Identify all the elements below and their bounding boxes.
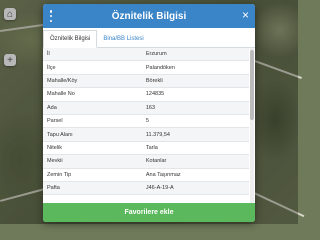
close-icon[interactable]: × [242,9,249,21]
table-row: Ada 163 [43,101,249,115]
table-row: Zemin Tip Ana Taşınmaz [43,168,249,182]
scroll-thumb[interactable] [250,50,254,120]
modal-title: Öznitelik Bilgisi [111,10,187,22]
attribute-value: 163 [141,101,249,115]
attribute-key: Ada [43,101,142,115]
attribute-value: 124835 [141,87,249,102]
table-row: İl Erzurum [43,48,249,62]
attribute-value: Kotanlar [141,154,249,169]
table-row: Mahalle/Köy Börekli [43,74,249,89]
table-row: Nitelik Tarla [43,141,249,156]
table-row: İlçe Palandöken [43,60,249,75]
attribute-table-container: İl Erzurum İlçe Palandöken Mahalle/Köy Böre… [43,48,249,203]
attribute-key: Mevkii [43,154,142,169]
attribute-key: Nitelik [43,141,142,156]
attribute-key: İl [43,48,142,62]
attribute-value: Ana Taşınmaz [141,168,249,182]
attribute-key: İlçe [43,60,142,75]
table-row: Mahalle No 124835 [43,87,249,102]
attribute-value: Tarla [141,141,249,156]
attribute-value: Palandöken [141,60,249,75]
attribute-key: Pafta [43,181,142,196]
table-row: Pafta J46-A-19-A [43,181,249,196]
table-row: Parsel 5 [43,114,249,129]
attribute-value: 5 [141,114,249,129]
tab-bar: Öznitelik Bilgisi Bina/BB Listesi [43,30,255,48]
attribute-value: Börekli [141,74,249,89]
attribute-value: Erzurum [141,48,249,62]
modal-header: Öznitelik Bilgisi × [43,4,255,28]
attribute-info-modal: Öznitelik Bilgisi × Öznitelik Bilgisi Bi… [43,4,255,222]
attribute-key: Parsel [43,114,142,129]
attribute-key: Zemin Tip [43,168,142,182]
attribute-value: J46-A-19-A [141,181,249,196]
attribute-key: Mahalle No [43,87,142,102]
table-scrollbar[interactable] [250,48,254,203]
tab-attribute-info[interactable]: Öznitelik Bilgisi [43,30,98,48]
add-to-favorites-button[interactable]: Favorilere ekle [43,203,255,222]
attribute-key: Tapu Alanı [43,127,142,142]
attribute-table: İl Erzurum İlçe Palandöken Mahalle/Köy Böre… [43,48,249,196]
table-row: Tapu Alanı 11.379,54 [43,127,249,142]
attribute-key: Mahalle/Köy [43,74,142,89]
attribute-value: 11.379,54 [141,127,249,142]
table-row: Mevkii Kotanlar [43,154,249,169]
tab-building-list[interactable]: Bina/BB Listesi [97,30,149,47]
kebab-menu-icon[interactable] [49,10,53,22]
